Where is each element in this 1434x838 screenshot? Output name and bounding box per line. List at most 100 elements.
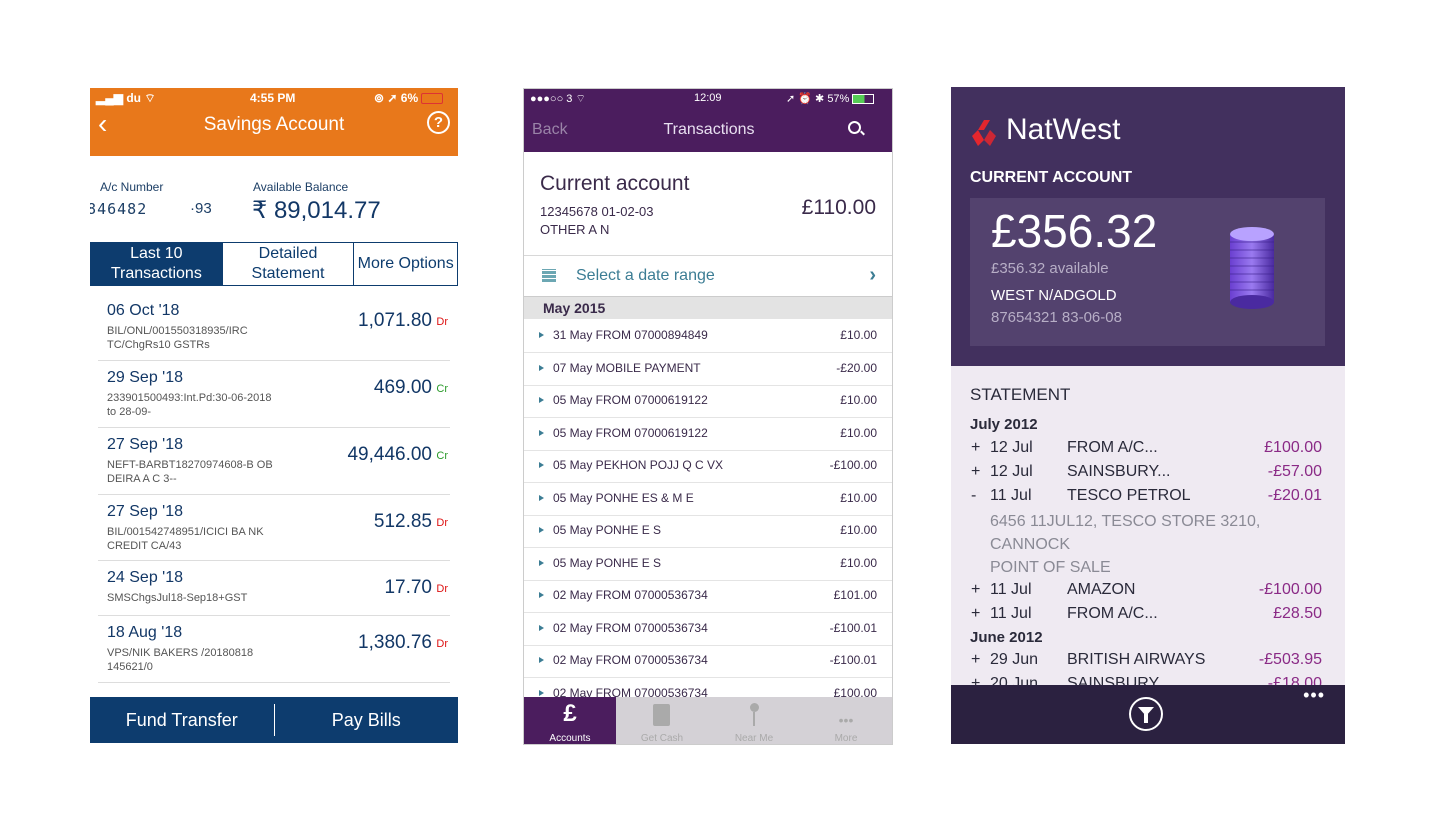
transaction-row[interactable]: 29 Sep '18 233901500493:Int.Pd:30-06-201… [98, 361, 450, 428]
transaction-row[interactable]: 02 May FROM 07000536734 £101.00 [524, 580, 892, 613]
natwest-screen: NatWest CURRENT ACCOUNT £356.32 £356.32 … [951, 87, 1345, 744]
transaction-row[interactable]: 06 Oct '18 BIL/ONL/001550318935/IRC TC/C… [98, 294, 450, 361]
balance-card[interactable]: £356.32 £356.32 available WEST N/ADGOLD … [970, 198, 1325, 346]
tab-last-10-transactions[interactable]: Last 10 Transactions [91, 243, 223, 285]
expand-toggle[interactable]: + [971, 439, 980, 457]
account-number: 03846482 [90, 200, 148, 218]
expand-toggle[interactable]: + [971, 581, 980, 599]
tab-label: Get Cash [640, 733, 684, 744]
transaction-row[interactable]: 27 Sep '18 NEFT-BARBT18270974608-B OB DE… [98, 428, 450, 495]
collapse-toggle[interactable]: - [971, 487, 976, 505]
transaction-amount: -£20.00 [836, 360, 877, 375]
expand-arrow-icon [539, 559, 544, 566]
transaction-description: BIL/ONL/001550318935/IRC TC/ChgRs10 GSTR… [107, 325, 248, 351]
debit-credit-flag: Dr [436, 638, 448, 650]
account-summary[interactable]: Current account 12345678 01-02-03 OTHER … [524, 152, 892, 256]
search-icon[interactable] [848, 121, 861, 134]
transaction-row[interactable]: 07 May MOBILE PAYMENT -£20.00 [524, 353, 892, 386]
transaction-description: SMSChgsJul18-Sep18+GST [107, 592, 248, 604]
transaction-description: 05 May PONHE E S [553, 523, 662, 537]
transaction-description: 02 May FROM 07000536734 [553, 588, 708, 602]
transaction-amount: -£100.00 [829, 458, 877, 472]
month-header: July 2012 [970, 416, 1038, 433]
row-description: BRITISH AIRWAYS [1067, 651, 1206, 668]
pay-bills-button[interactable]: Pay Bills [275, 710, 459, 731]
tab-label: Near Me [734, 733, 774, 744]
date-range-selector[interactable]: Select a date range › [524, 256, 892, 297]
transaction-row[interactable]: 05 May FROM 07000619122 £10.00 [524, 385, 892, 418]
statement-row[interactable]: + 12 Jul FROM A/C... £100.00 [951, 439, 1345, 463]
transaction-description: NEFT-BARBT18270974608-B OB DEIRA A C 3-- [107, 459, 273, 485]
account-type: CURRENT ACCOUNT [970, 169, 1133, 186]
transaction-tabs: Last 10 Transactions Detailed Statement … [90, 242, 458, 286]
transaction-row[interactable]: 05 May FROM 07000619122 £10.00 [524, 418, 892, 451]
transaction-row[interactable]: 18 Aug '18 VPS/NIK BAKERS /20180818 1456… [98, 616, 450, 683]
pound-icon: £ [563, 700, 577, 727]
tab-more[interactable]: ••• More [800, 697, 892, 744]
status-time: 4:55 PM [250, 91, 296, 105]
account-number-label: A/c Number [100, 180, 164, 194]
statement-row[interactable]: + 12 Jul SAINSBURY... -£57.00 [951, 463, 1345, 487]
tab-near-me[interactable]: Near Me [708, 697, 800, 744]
transaction-row[interactable]: 05 May PONHE ES & M E £10.00 [524, 483, 892, 516]
transaction-date: 29 Sep '18 [107, 369, 184, 386]
transaction-description: VPS/NIK BAKERS /20180818 145621/0 [107, 647, 254, 673]
transaction-row[interactable]: 24 Sep '18 SMSChgsJul18-Sep18+GST 17.70 … [98, 561, 450, 616]
debit-credit-flag: Cr [436, 383, 448, 395]
chevron-right-icon: › [869, 264, 876, 286]
transaction-description: 05 May PEKHON POJJ Q C VX [553, 458, 724, 472]
filter-icon[interactable] [1129, 697, 1163, 731]
app-header: ▂▄▆ du ⌔ 4:55 PM ⊚ ➚ 6% ‹ Savings Accoun… [90, 88, 458, 156]
statement-row[interactable]: + 11 Jul AMAZON -£100.00 [951, 581, 1345, 605]
transaction-description: 02 May FROM 07000536734 [553, 620, 708, 635]
tab-more-options[interactable]: More Options [354, 243, 457, 285]
expand-toggle[interactable]: + [971, 463, 980, 481]
transaction-description: 05 May PONHE E S [553, 555, 662, 570]
page-title: Savings Account [203, 114, 345, 135]
more-icon[interactable]: ••• [1303, 685, 1325, 706]
tab-detailed-statement[interactable]: Detailed Statement [223, 243, 355, 285]
debit-credit-flag: Cr [436, 450, 448, 462]
transaction-row[interactable]: 05 May PONHE E S £10.00 [524, 515, 892, 548]
transaction-amount: £10.00 [840, 328, 877, 342]
expand-arrow-icon [539, 332, 544, 338]
transaction-date: 06 Oct '18 [107, 302, 180, 319]
transaction-row[interactable]: 05 May PONHE E S £10.00 [524, 548, 892, 581]
tab-accounts[interactable]: £ Accounts [524, 697, 616, 744]
wifi-icon: ⌔ [144, 91, 156, 105]
transaction-amount: 1,071.80 [358, 310, 432, 331]
signal-icon: ▂▄▆ [96, 91, 123, 105]
more-icon: ••• [838, 712, 854, 728]
statement-row[interactable]: + 11 Jul FROM A/C... £28.50 [951, 605, 1345, 629]
row-description: AMAZON [1067, 581, 1136, 598]
expand-arrow-icon [539, 624, 544, 631]
month-header: June 2012 [970, 629, 1043, 646]
page-title: Transactions [663, 121, 755, 138]
fund-transfer-button[interactable]: Fund Transfer [90, 710, 274, 731]
bottom-tab-bar: £ Accounts Get Cash Near Me ••• More [524, 697, 892, 744]
transaction-row[interactable]: 31 May FROM 07000894849 £10.00 [524, 320, 892, 353]
help-icon[interactable]: ? [427, 111, 450, 134]
available-balance: £356.32 available [991, 260, 1109, 277]
status-carrier: ●●●○○ 3 ⌔ [530, 93, 586, 105]
transaction-description: 07 May MOBILE PAYMENT [553, 360, 701, 375]
status-carrier: ▂▄▆ du ⌔ [96, 91, 156, 105]
statement-row[interactable]: + 29 Jun BRITISH AIRWAYS -£503.95 [951, 651, 1345, 675]
expand-arrow-icon [539, 494, 544, 501]
battery-icon [421, 93, 444, 105]
expand-toggle[interactable]: + [971, 651, 980, 669]
brand-name: NatWest [1006, 113, 1121, 146]
transaction-row[interactable]: 05 May PEKHON POJJ Q C VX -£100.00 [524, 450, 892, 483]
transaction-amount: £10.00 [840, 523, 877, 537]
transaction-description: 05 May FROM 07000619122 [553, 393, 708, 407]
transaction-row[interactable]: 02 May FROM 07000536734 -£100.01 [524, 613, 892, 646]
tab-get-cash[interactable]: Get Cash [616, 697, 708, 744]
account-number-suffix: ·93 [190, 200, 212, 217]
transaction-row[interactable]: 02 May FROM 07000536734 -£100.01 [524, 645, 892, 678]
expand-toggle[interactable]: + [971, 605, 980, 623]
date-range-label: Select a date range [576, 267, 715, 284]
transaction-row[interactable]: 27 Sep '18 BIL/001542748951/ICICI BA NK … [98, 495, 450, 561]
row-detail-line: 6456 11JUL12, TESCO STORE 3210, [990, 513, 1261, 530]
available-balance: ₹ 89,014.77 [252, 197, 381, 224]
statement-row[interactable]: - 11 Jul TESCO PETROL -£20.01 [951, 487, 1345, 511]
